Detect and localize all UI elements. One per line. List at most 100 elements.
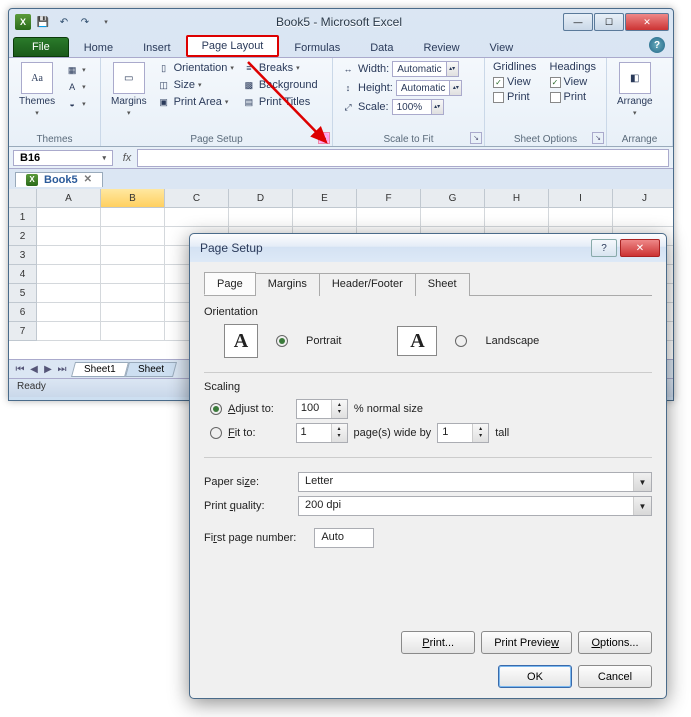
fit-to-label: Fit to:	[228, 427, 256, 439]
tab-insert[interactable]: Insert	[128, 38, 186, 57]
group-scale-to-fit: ↔Width: Automatic▴▾ ↕Height: Automatic▴▾…	[333, 58, 485, 146]
fx-icon[interactable]: fx	[117, 152, 137, 164]
row-header-3[interactable]: 3	[9, 246, 36, 265]
checkbox-checked-icon: ✓	[550, 77, 561, 88]
first-page-input[interactable]: Auto	[314, 528, 374, 548]
orientation-button[interactable]: ▯Orientation▾	[155, 60, 236, 76]
chevron-down-icon: ▼	[633, 497, 651, 515]
row-header-5[interactable]: 5	[9, 284, 36, 303]
cancel-button[interactable]: Cancel	[578, 665, 652, 688]
dialog-close-button[interactable]: ✕	[620, 239, 660, 257]
adjust-to-spinner[interactable]: 100▴▾	[296, 399, 348, 419]
col-header-j[interactable]: J	[613, 189, 673, 208]
sheet-nav[interactable]: ⏮◀▶⏭	[13, 364, 69, 375]
options-button[interactable]: Options...	[578, 631, 652, 654]
close-window-button[interactable]: ✕	[625, 13, 669, 31]
dialog-tab-margins[interactable]: Margins	[255, 273, 320, 296]
fit-tall-label: tall	[495, 427, 509, 439]
sheet-tab-sheet1[interactable]: Sheet1	[71, 362, 129, 377]
themes-button[interactable]: Aa Themes ▾	[15, 60, 59, 119]
help-icon[interactable]: ?	[649, 37, 665, 53]
col-header-f[interactable]: F	[357, 189, 421, 208]
ok-button[interactable]: OK	[498, 665, 572, 688]
dialog-tab-header-footer[interactable]: Header/Footer	[319, 273, 416, 296]
row-header-1[interactable]: 1	[9, 208, 36, 227]
name-box[interactable]: B16▾	[13, 150, 113, 166]
close-tab-icon[interactable]: ✕	[84, 174, 92, 185]
headings-view-checkbox[interactable]: ✓View	[548, 75, 601, 89]
theme-fonts-button[interactable]: A▾	[63, 79, 88, 95]
tab-home[interactable]: Home	[69, 38, 128, 57]
qat-redo-icon[interactable]: ↷	[76, 13, 94, 31]
size-button[interactable]: ◫Size▾	[155, 77, 236, 93]
landscape-radio[interactable]	[455, 335, 467, 347]
sheet-tab-next[interactable]: Sheet	[125, 362, 177, 377]
fonts-icon: A	[65, 80, 79, 94]
margins-button[interactable]: ▭ Margins ▾	[107, 60, 151, 119]
background-icon: ▩	[242, 78, 256, 92]
scale-spinner[interactable]: 100%▴▾	[392, 99, 444, 115]
minimize-button[interactable]: —	[563, 13, 593, 31]
tab-review[interactable]: Review	[408, 38, 474, 57]
height-combo[interactable]: Automatic▴▾	[396, 80, 462, 96]
arrange-icon: ◧	[619, 62, 651, 94]
row-header-7[interactable]: 7	[9, 322, 36, 341]
row-header-4[interactable]: 4	[9, 265, 36, 284]
width-combo[interactable]: Automatic▴▾	[392, 61, 458, 77]
col-header-b[interactable]: B	[101, 189, 165, 208]
tab-file[interactable]: File	[13, 37, 69, 57]
first-page-label: First page number:	[204, 532, 296, 544]
workbook-tab[interactable]: X Book5 ✕	[15, 172, 103, 187]
portrait-radio[interactable]	[276, 335, 288, 347]
headings-print-checkbox[interactable]: Print	[548, 90, 601, 104]
fit-to-radio[interactable]	[210, 427, 222, 439]
print-preview-button[interactable]: Print Preview	[481, 631, 572, 654]
background-button[interactable]: ▩Background	[240, 77, 320, 93]
fit-tall-spinner[interactable]: 1▴▾	[437, 423, 489, 443]
theme-colors-button[interactable]: ▦▾	[63, 62, 88, 78]
maximize-button[interactable]: ☐	[594, 13, 624, 31]
tab-data[interactable]: Data	[355, 38, 408, 57]
qat-undo-icon[interactable]: ↶	[55, 13, 73, 31]
breaks-button[interactable]: ≡Breaks▾	[240, 60, 320, 76]
formula-input[interactable]	[137, 149, 669, 167]
adjust-suffix: % normal size	[354, 403, 423, 415]
tab-view[interactable]: View	[475, 38, 529, 57]
row-header-2[interactable]: 2	[9, 227, 36, 246]
col-header-e[interactable]: E	[293, 189, 357, 208]
print-area-button[interactable]: ▣Print Area▾	[155, 94, 236, 110]
dialog-tab-page[interactable]: Page	[204, 272, 256, 295]
theme-effects-button[interactable]: ◒▾	[63, 96, 88, 112]
gridlines-view-checkbox[interactable]: ✓View	[491, 75, 544, 89]
tab-page-layout[interactable]: Page Layout	[186, 35, 280, 57]
row-headers[interactable]: 1 2 3 4 5 6 7	[9, 208, 37, 341]
gridlines-print-checkbox[interactable]: Print	[491, 90, 544, 104]
print-area-icon: ▣	[157, 95, 171, 109]
print-button[interactable]: Print...	[401, 631, 475, 654]
col-header-g[interactable]: G	[421, 189, 485, 208]
paper-size-combo[interactable]: Letter▼	[298, 472, 652, 492]
print-titles-button[interactable]: ▤Print Titles	[240, 94, 320, 110]
arrange-button[interactable]: ◧ Arrange ▾	[613, 60, 657, 119]
title-bar: X 💾 ↶ ↷ ▾ Book5 - Microsoft Excel — ☐ ✕	[9, 9, 673, 35]
row-header-6[interactable]: 6	[9, 303, 36, 322]
fit-wide-spinner[interactable]: 1▴▾	[296, 423, 348, 443]
print-quality-combo[interactable]: 200 dpi▼	[298, 496, 652, 516]
margins-icon: ▭	[113, 62, 145, 94]
col-header-d[interactable]: D	[229, 189, 293, 208]
col-header-c[interactable]: C	[165, 189, 229, 208]
qat-customize-icon[interactable]: ▾	[97, 13, 115, 31]
dialog-help-button[interactable]: ?	[591, 239, 617, 257]
col-header-h[interactable]: H	[485, 189, 549, 208]
col-header-i[interactable]: I	[549, 189, 613, 208]
tab-formulas[interactable]: Formulas	[279, 38, 355, 57]
adjust-to-radio[interactable]	[210, 403, 222, 415]
dialog-tab-sheet[interactable]: Sheet	[415, 273, 470, 296]
qat-save-icon[interactable]: 💾	[34, 13, 52, 31]
col-header-a[interactable]: A	[37, 189, 101, 208]
fit-mid-label: page(s) wide by	[354, 427, 432, 439]
column-headers[interactable]: A B C D E F G H I J	[37, 189, 673, 208]
group-sheet-options: Gridlines ✓View Print Headings ✓View Pri…	[485, 58, 607, 146]
select-all-corner[interactable]	[9, 189, 37, 208]
checkbox-icon	[550, 92, 561, 103]
